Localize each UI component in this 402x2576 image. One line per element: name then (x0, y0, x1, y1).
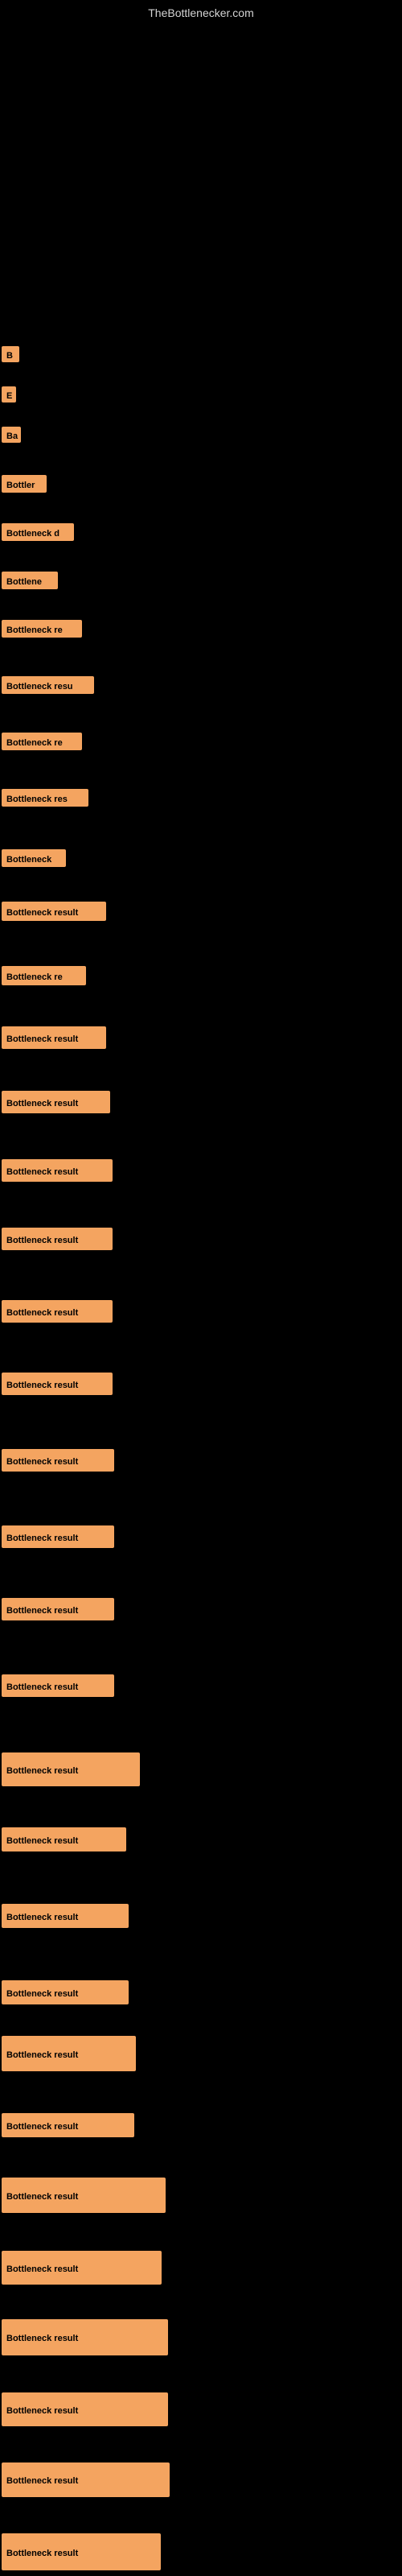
site-title: TheBottlenecker.com (148, 6, 254, 19)
badge-2: E (2, 386, 16, 402)
badge-32: Bottleneck result (2, 2319, 168, 2355)
badge-24: Bottleneck result (2, 1752, 140, 1786)
badge-19: Bottleneck result (2, 1373, 113, 1395)
badge-33: Bottleneck result (2, 2392, 168, 2426)
badge-26: Bottleneck result (2, 1904, 129, 1928)
badge-12: Bottleneck result (2, 902, 106, 921)
badge-22: Bottleneck result (2, 1598, 114, 1620)
badge-14: Bottleneck result (2, 1026, 106, 1049)
badge-1: B (2, 346, 19, 362)
badge-30: Bottleneck result (2, 2178, 166, 2213)
badge-18: Bottleneck result (2, 1300, 113, 1323)
badge-21: Bottleneck result (2, 1525, 114, 1548)
badge-13: Bottleneck re (2, 966, 86, 985)
badge-17: Bottleneck result (2, 1228, 113, 1250)
badge-25: Bottleneck result (2, 1827, 126, 1852)
badge-16: Bottleneck result (2, 1159, 113, 1182)
badge-5: Bottleneck d (2, 523, 74, 541)
badge-28: Bottleneck result (2, 2036, 136, 2071)
badge-9: Bottleneck re (2, 733, 82, 750)
badge-29: Bottleneck result (2, 2113, 134, 2137)
badge-7: Bottleneck re (2, 620, 82, 638)
badge-4: Bottler (2, 475, 47, 493)
badge-35: Bottleneck result (2, 2533, 161, 2570)
badge-3: Ba (2, 427, 21, 443)
badge-31: Bottleneck result (2, 2251, 162, 2285)
badge-6: Bottlene (2, 572, 58, 589)
badge-34: Bottleneck result (2, 2462, 170, 2497)
badge-8: Bottleneck resu (2, 676, 94, 694)
badge-10: Bottleneck res (2, 789, 88, 807)
badge-11: Bottleneck (2, 849, 66, 867)
badge-27: Bottleneck result (2, 1980, 129, 2004)
badge-20: Bottleneck result (2, 1449, 114, 1472)
badge-15: Bottleneck result (2, 1091, 110, 1113)
badge-23: Bottleneck result (2, 1674, 114, 1697)
